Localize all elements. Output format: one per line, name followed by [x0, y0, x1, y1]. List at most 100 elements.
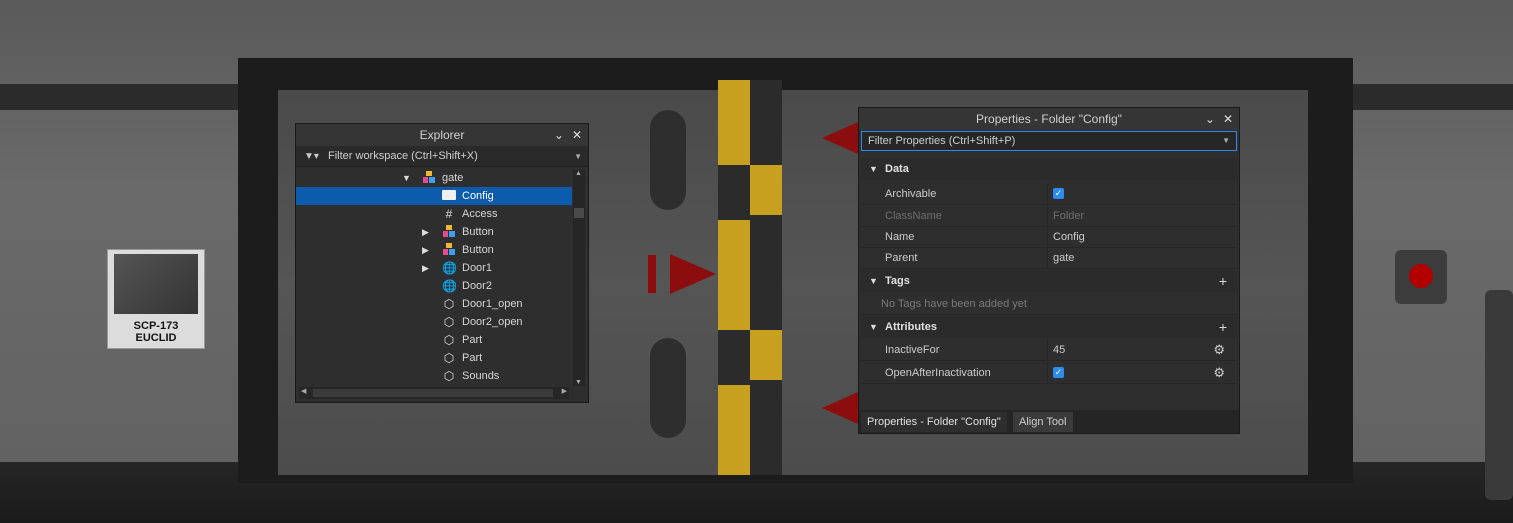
tree-item-label: Door2_open: [462, 316, 523, 328]
number-value-icon: #: [445, 207, 453, 221]
tree-item[interactable]: ⬡ Sounds: [296, 367, 572, 384]
tree-item[interactable]: ▼ gate: [296, 169, 572, 187]
expand-arrow-icon[interactable]: ▼: [402, 173, 411, 183]
red-arrow-left: [822, 122, 858, 154]
model-icon: [442, 225, 456, 239]
section-tags-label: Tags: [885, 275, 910, 287]
door-slot: [650, 110, 686, 210]
name-value-field[interactable]: Config: [1053, 231, 1085, 243]
close-icon[interactable]: ✕: [1223, 112, 1233, 126]
add-tag-icon[interactable]: +: [1219, 273, 1227, 289]
properties-panel: Properties - Folder "Config" ⌄ ✕ Filter …: [858, 107, 1240, 434]
explorer-filter[interactable]: ▼▾ Filter workspace (Ctrl+Shift+X) ▼: [296, 146, 588, 167]
collapse-arrow-icon[interactable]: ▶: [422, 263, 429, 274]
model-icon: [422, 171, 436, 185]
tree-item-label: Sounds: [462, 370, 500, 382]
property-row-name[interactable]: Name Config: [861, 226, 1237, 248]
chevron-down-icon[interactable]: ⌄: [554, 128, 564, 142]
tree-item[interactable]: ▶ Button: [296, 223, 572, 241]
properties-title: Properties - Folder "Config": [976, 112, 1122, 126]
property-key: Archivable: [885, 187, 937, 200]
tree-item-label: Door2: [462, 280, 492, 292]
hazard-strip: [718, 80, 782, 475]
tags-empty-row: No Tags have been added yet: [861, 293, 1237, 315]
explorer-tree: ▼ gate Config # Access ▶ Button ▶ Button ▶ 🌐 Door1 🌐…: [296, 168, 572, 384]
attribute-key: InactiveFor: [885, 343, 940, 356]
attribute-row-inactivefor[interactable]: InactiveFor 45 ⚙: [861, 339, 1237, 361]
union-icon: 🌐: [442, 261, 457, 275]
tree-item-label: Door1_open: [462, 298, 523, 310]
filter-icon[interactable]: ▼▾: [304, 151, 319, 162]
section-data[interactable]: ▼ Data: [861, 158, 1237, 180]
attribute-key: OpenAfterInactivation: [885, 366, 991, 379]
sign-title: SCP-173: [133, 320, 179, 332]
red-arrow-right: [670, 254, 716, 294]
part-icon: ⬡: [443, 315, 455, 329]
properties-tabbar: Properties - Folder "Config" Align Tool: [859, 410, 1239, 433]
property-key: Parent: [885, 251, 918, 264]
collapse-icon[interactable]: ▼: [869, 164, 878, 174]
collapse-arrow-icon[interactable]: ▶: [422, 227, 429, 238]
collapse-icon[interactable]: ▼: [869, 276, 878, 286]
property-value: Folder: [1053, 209, 1085, 222]
tab-properties[interactable]: Properties - Folder "Config": [861, 412, 1007, 432]
property-key: Name: [885, 230, 915, 243]
red-arrow-left: [822, 392, 858, 424]
tree-item[interactable]: ⬡ Door1_open: [296, 295, 572, 313]
section-data-label: Data: [885, 163, 909, 175]
properties-filter-input[interactable]: Filter Properties (Ctrl+Shift+P): [868, 135, 1015, 147]
folder-icon: [442, 189, 456, 203]
part-icon: ⬡: [443, 297, 455, 311]
property-row-parent[interactable]: Parent gate: [861, 247, 1237, 269]
chevron-down-icon[interactable]: ⌄: [1205, 112, 1215, 126]
tree-item[interactable]: ▶ Button: [296, 241, 572, 259]
property-row-classname: ClassName Folder: [861, 205, 1237, 227]
sign-class: EUCLID: [135, 332, 177, 344]
gear-icon[interactable]: ⚙: [1213, 365, 1225, 381]
tree-item-label: Access: [462, 208, 498, 220]
viewport-scene[interactable]: SCP-173 EUCLID: [0, 0, 1513, 523]
explorer-hscrollbar[interactable]: ◀ ▶: [299, 387, 569, 399]
tree-item[interactable]: ⬡ Part: [296, 349, 572, 367]
part-icon: ⬡: [443, 333, 455, 347]
tree-item[interactable]: 🌐 Door2: [296, 277, 572, 295]
collapse-arrow-icon[interactable]: ▶: [422, 245, 429, 256]
tree-item-label: Config: [462, 190, 494, 202]
tree-item-label: Button: [462, 244, 494, 256]
tree-item[interactable]: ⬡ Door2_open: [296, 313, 572, 331]
explorer-title: Explorer: [419, 128, 465, 142]
dropdown-icon[interactable]: ▼: [1222, 136, 1230, 145]
add-attribute-icon[interactable]: +: [1219, 319, 1227, 335]
collapse-icon[interactable]: ▼: [869, 322, 878, 332]
inactivefor-value-field[interactable]: 45: [1053, 344, 1065, 356]
explorer-vscrollbar[interactable]: ▲ ▼: [573, 170, 585, 386]
tree-item[interactable]: ▶ 🌐 Door1: [296, 259, 572, 277]
attribute-row-openafterinactivation[interactable]: OpenAfterInactivation ✓ ⚙: [861, 362, 1237, 384]
tree-item-selected[interactable]: Config: [296, 187, 572, 205]
archivable-checkbox[interactable]: ✓: [1053, 188, 1064, 199]
section-attributes[interactable]: ▼ Attributes +: [861, 316, 1237, 338]
close-icon[interactable]: ✕: [572, 128, 582, 142]
tree-item-label: Part: [462, 352, 483, 364]
tree-item[interactable]: # Access: [296, 205, 572, 223]
tree-item-label: Door1: [462, 262, 492, 274]
tags-empty-text: No Tags have been added yet: [881, 297, 1027, 310]
tab-align-tool[interactable]: Align Tool: [1013, 412, 1073, 432]
section-tags[interactable]: ▼ Tags +: [861, 270, 1237, 292]
tree-item-label: gate: [442, 172, 464, 184]
parent-value-field[interactable]: gate: [1053, 252, 1074, 264]
explorer-titlebar[interactable]: Explorer ⌄ ✕: [296, 124, 588, 146]
section-attributes-label: Attributes: [885, 321, 937, 333]
explorer-panel: Explorer ⌄ ✕ ▼▾ Filter workspace (Ctrl+S…: [295, 123, 589, 403]
door-slot: [650, 338, 686, 438]
part-icon: ⬡: [443, 351, 455, 365]
union-icon: 🌐: [442, 279, 457, 293]
gear-icon[interactable]: ⚙: [1213, 342, 1225, 358]
dropdown-icon[interactable]: ▼: [574, 152, 582, 161]
explorer-filter-input[interactable]: Filter workspace (Ctrl+Shift+X): [328, 150, 478, 162]
properties-filter[interactable]: Filter Properties (Ctrl+Shift+P) ▼: [861, 131, 1237, 151]
tree-item[interactable]: ⬡ Part: [296, 331, 572, 349]
properties-titlebar[interactable]: Properties - Folder "Config" ⌄ ✕: [859, 108, 1239, 130]
openafterinactivation-checkbox[interactable]: ✓: [1053, 367, 1064, 378]
property-row-archivable[interactable]: Archivable ✓: [861, 183, 1237, 205]
